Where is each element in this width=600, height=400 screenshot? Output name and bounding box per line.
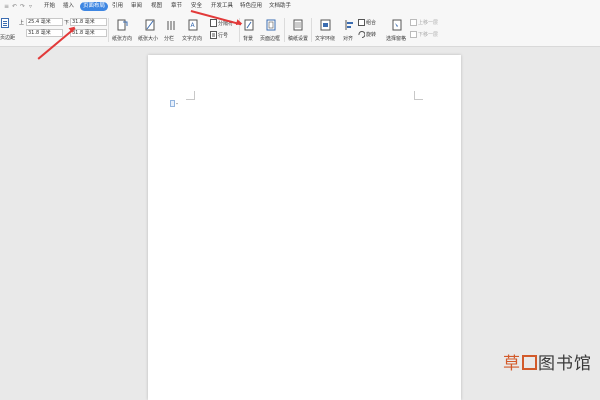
text-direction-label: 文字方向 (182, 36, 203, 42)
margin-corner-marker (186, 91, 195, 100)
page-border-icon (266, 19, 276, 31)
top-margin-field[interactable]: 25.4 毫米 (26, 18, 63, 26)
rotate-button[interactable]: 旋转 (358, 31, 376, 38)
page-break-icon (210, 19, 217, 27)
margin-corner-marker (414, 91, 423, 100)
send-backward-icon (410, 31, 417, 38)
tab-references[interactable]: 引用 (110, 2, 125, 11)
rotate-label: 旋转 (366, 32, 377, 38)
bring-forward-button[interactable]: 上移一层 (410, 19, 438, 26)
tab-home[interactable]: 开始 (42, 2, 57, 11)
orientation-icon (117, 19, 128, 31)
bring-forward-icon (410, 19, 417, 26)
text-wrap-button[interactable] (320, 19, 331, 31)
margins-label: 页边距 (0, 35, 16, 41)
paper-size-icon (145, 19, 155, 31)
paper-setup-icon (293, 19, 303, 31)
separator (284, 18, 285, 42)
tab-developer[interactable]: 开发工具 (209, 2, 235, 11)
watermark-square-icon (522, 355, 537, 370)
columns-button[interactable] (166, 19, 176, 31)
margins-button[interactable] (1, 18, 9, 28)
margins-icon (1, 18, 9, 28)
group-label: 组合 (366, 20, 377, 26)
group-icon (358, 19, 365, 26)
menu-bar: ≡ ↶ ↷ ▿ 开始 插入 页面布局 引用 审阅 视图 章节 安全 开发工具 特… (0, 0, 600, 15)
text-wrap-label: 文字环绕 (315, 36, 336, 42)
customize-icon[interactable]: ▿ (26, 2, 35, 11)
document-page[interactable] (148, 55, 461, 400)
selection-pane-button[interactable] (392, 19, 402, 31)
tab-doc-assistant[interactable]: 文档助手 (267, 2, 293, 11)
top-margin-label: 上 (19, 20, 25, 26)
text-direction-icon: A (188, 19, 198, 31)
paper-setup-label: 稿纸设置 (288, 36, 309, 42)
background-button[interactable] (244, 19, 254, 31)
watermark-logo: 草丁图书馆 (503, 354, 592, 374)
selection-pane-label: 选择窗格 (386, 36, 407, 42)
line-number-label: 行号 (218, 32, 229, 39)
align-label: 对齐 (343, 36, 354, 42)
tab-review[interactable]: 审阅 (129, 2, 144, 11)
rotate-icon (358, 31, 365, 38)
tab-insert[interactable]: 插入 (61, 2, 76, 11)
orientation-label: 纸张方向 (112, 36, 133, 42)
line-number-button[interactable]: 行号 (210, 31, 228, 39)
page-border-label: 页面边框 (260, 36, 281, 42)
paper-size-button[interactable] (145, 19, 155, 31)
line-number-icon (210, 31, 217, 39)
text-wrap-icon (320, 19, 331, 31)
orientation-button[interactable] (117, 19, 128, 31)
tab-page-layout[interactable]: 页面布局 (80, 2, 109, 11)
ribbon-toolbar: 页边距 上 25.4 毫米 31.8 毫米 下 31.8 毫米 31.8 毫米 … (0, 14, 600, 47)
background-icon (244, 19, 254, 31)
align-button[interactable] (344, 19, 354, 31)
right-margin-field[interactable]: 31.8 毫米 (70, 29, 107, 37)
bottom-margin-label: 下 (64, 20, 70, 26)
group-button[interactable]: 组合 (358, 19, 376, 26)
tab-special-apps[interactable]: 特色应用 (238, 2, 264, 11)
left-margin-field[interactable]: 31.8 毫米 (26, 29, 63, 37)
separator (108, 18, 109, 42)
separator (311, 18, 312, 42)
paper-size-label: 纸张大小 (138, 36, 159, 42)
send-backward-label: 下移一层 (418, 32, 439, 38)
selection-pane-icon (392, 19, 402, 31)
paragraph-cursor-icon (170, 100, 178, 107)
background-label: 背景 (243, 36, 254, 42)
align-icon (345, 20, 353, 30)
bottom-margin-field[interactable]: 31.8 毫米 (70, 18, 107, 26)
bring-forward-label: 上移一层 (418, 20, 439, 26)
columns-icon (167, 21, 175, 30)
paper-setup-button[interactable] (293, 19, 303, 31)
columns-label: 分栏 (164, 36, 175, 42)
tab-view[interactable]: 视图 (149, 2, 164, 11)
tab-chapter[interactable]: 章节 (169, 2, 184, 11)
text-direction-button[interactable]: A (188, 19, 199, 31)
send-backward-button[interactable]: 下移一层 (410, 31, 438, 38)
page-border-button[interactable] (266, 19, 276, 31)
